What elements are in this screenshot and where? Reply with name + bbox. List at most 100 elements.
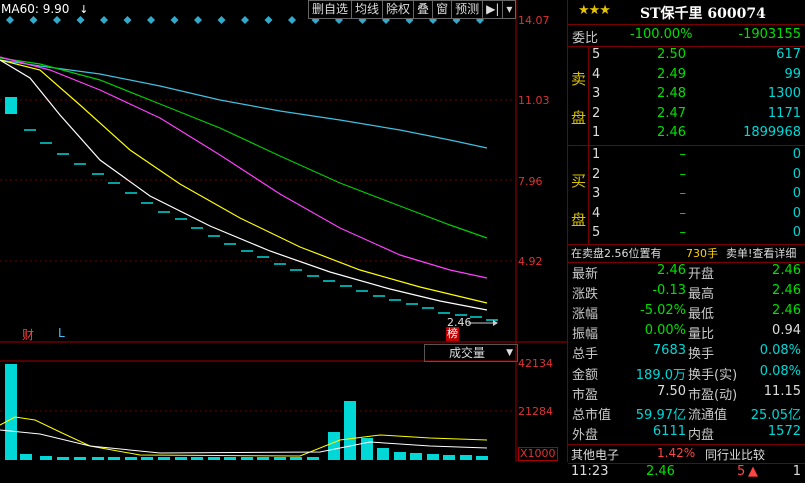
sell-price: 2.49 [657,66,686,82]
tick-count: 1 [792,464,801,479]
event-diamond-icon[interactable] [29,16,38,24]
buy-volume: 0 [792,225,801,241]
event-diamond-icon[interactable] [194,16,202,24]
volume-bar [460,455,472,460]
stat-label: 涨跌 [572,287,599,303]
chart-canvas[interactable] [0,0,567,462]
stat-label: 最新 [572,267,599,282]
buy-price: – [679,186,687,202]
stats-row: 市盈 7.50 市盈(动) 11.15 [568,384,805,403]
chevron-down-icon: ▼ [506,348,513,358]
sell-row[interactable]: 1 2.46 1899968 [568,125,805,144]
skip-end-button[interactable]: ▶| [482,0,504,19]
volume-indicator-selector[interactable]: 成交量 ▼ [424,344,518,362]
stat-value: 59.97亿 [635,407,686,423]
volume-ma-white [0,429,488,454]
event-diamond-icon[interactable] [6,16,14,24]
stats-row: 涨跌 -0.13 最高 2.46 [568,283,805,302]
buy-price: – [679,205,687,221]
event-diamond-icon[interactable] [100,16,108,24]
chart-toolbar: 删自选 均线 除权 叠 窗 预测 ▶| ▾ [308,0,517,19]
volume-bar [427,454,439,460]
buy-price: – [679,147,687,162]
buy-level: 3 [592,186,601,202]
forecast-button[interactable]: 预测 [451,0,484,19]
candle [5,97,17,114]
event-diamond-icon[interactable] [76,16,85,24]
volume-bar [394,452,406,460]
stat-value: -0.13 [652,283,686,299]
sell-price: 2.50 [657,47,686,62]
ma-line-white [0,59,488,311]
stat-value: 6111 [652,423,686,439]
volume-bar [307,457,319,460]
buy-row[interactable]: 1 – 0 [568,147,805,166]
industry-name[interactable]: 其他电子 [571,446,619,463]
price-axis-label: 11.03 [518,94,550,107]
down-arrow-icon: ↓ [79,3,89,16]
buy-row[interactable]: 2 – 0 [568,167,805,186]
event-marker-l[interactable]: L [58,326,65,340]
ex-rights-button[interactable]: 除权 [382,0,415,19]
pending-order-volume: 730手 [686,247,718,260]
sell-row[interactable]: 5 2.50 617 [568,47,805,66]
stat-label: 振幅 [572,327,599,343]
up-arrow-icon: ▲ [748,464,758,479]
stat-label: 内盘 [688,427,715,443]
toolbar-dropdown-icon[interactable]: ▾ [502,0,517,19]
pending-order-text: 在卖盘2.56位置有 [571,247,662,260]
stat-label: 最高 [688,287,715,303]
stat-value: 0.00% [644,323,686,339]
ma-line-green [0,57,488,239]
finance-marker[interactable]: 财 [22,326,34,343]
stat-label: 量比 [688,327,715,343]
ranking-marker[interactable]: 榜 [446,327,459,341]
stat-value: 11.15 [763,383,801,399]
volume-bar [125,457,137,460]
event-diamond-icon[interactable] [170,16,179,24]
volume-bar [274,457,286,460]
stat-value: 0.94 [772,323,801,339]
event-diamond-icon[interactable] [264,16,273,24]
volume-ma-yellow [0,416,488,457]
event-diamond-icon[interactable] [53,16,61,24]
stat-value: 25.05亿 [750,407,801,423]
event-diamond-icon[interactable] [147,16,155,24]
industry-compare-button[interactable]: 同行业比较 [705,446,765,463]
overlay-button[interactable]: 叠 [413,0,434,19]
ma-lines-button[interactable]: 均线 [351,0,384,19]
sell-row[interactable]: 4 2.49 99 [568,67,805,86]
stat-value: 189.0万 [635,367,686,383]
volume-bar [40,456,52,460]
event-diamond-icon[interactable] [288,16,296,24]
buy-level: 1 [592,147,601,162]
volume-bar [92,457,104,460]
tick-row: 11:23 2.46 5 ▲ 1 [568,464,805,483]
tick-price: 2.46 [646,464,675,479]
stat-label: 金额 [572,367,599,383]
event-diamond-icon[interactable] [123,16,132,24]
stat-label: 总手 [572,347,599,363]
stat-label: 市盈 [572,387,599,403]
volume-bar [57,457,69,460]
sell-volume: 1171 [767,105,801,121]
buy-volume: 0 [792,147,801,162]
kline-chart[interactable]: MA60: 9.90 ↓ 删自选 均线 除权 叠 窗 预测 ▶| ▾ 14.07… [0,0,567,462]
volume-bar [241,457,253,460]
window-button[interactable]: 窗 [432,0,453,19]
view-detail-link[interactable]: 卖单!查看详细 [726,245,796,261]
weibi-row: 委比 -100.00% -1903155 [568,27,805,46]
remove-watchlist-button[interactable]: 删自选 [308,0,353,19]
buy-volume: 0 [792,166,801,182]
sell-row[interactable]: 3 2.48 1300 [568,86,805,105]
price-axis-label: 4.92 [518,255,543,268]
buy-row[interactable]: 3 – 0 [568,186,805,205]
buy-row[interactable]: 4 – 0 [568,206,805,225]
sell-row[interactable]: 2 2.47 1171 [568,106,805,125]
event-diamond-icon[interactable] [217,16,226,24]
buy-level: 2 [592,166,601,182]
buy-volume: 0 [792,205,801,221]
buy-row[interactable]: 5 – 0 [568,225,805,244]
event-diamond-icon[interactable] [241,16,249,24]
volume-bar [141,457,153,460]
